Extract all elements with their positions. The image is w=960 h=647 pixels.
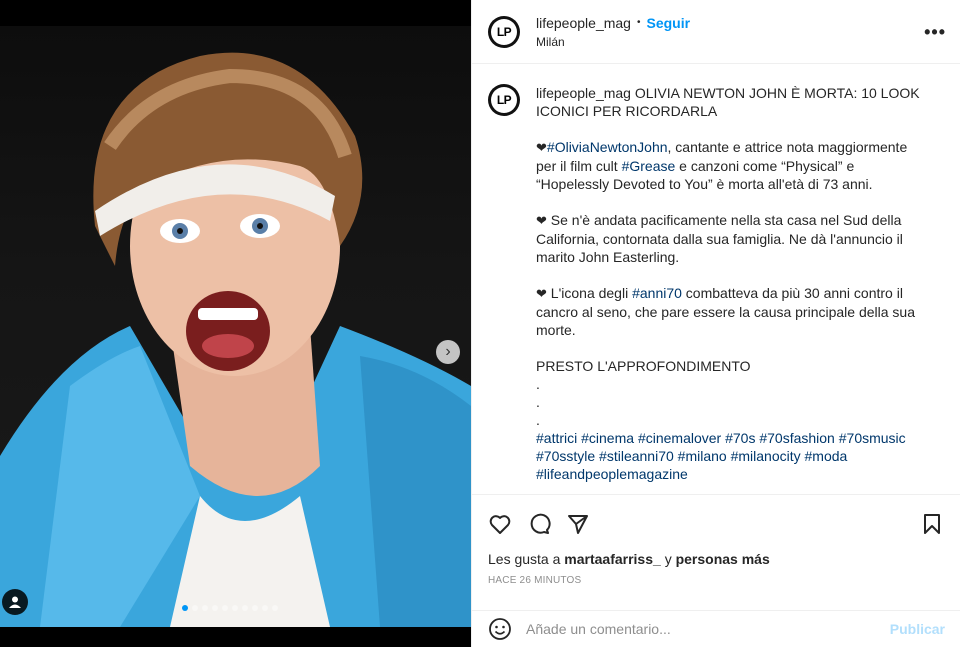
hashtag-link[interactable]: #70smusic (839, 430, 906, 446)
post-timestamp: HACE 26 MINUTOS (488, 575, 582, 586)
liker-username-link[interactable]: martaafarriss_ (564, 551, 661, 567)
post-details-panel: LP lifepeople_mag • Seguir Milán ••• LP … (471, 0, 960, 647)
likes-summary: Les gusta a martaafarriss_ y personas má… (472, 539, 960, 567)
hashtag-link[interactable]: #moda (805, 448, 848, 464)
likes-connector: y (664, 551, 672, 567)
carousel-indicator (182, 605, 278, 611)
emoji-icon[interactable] (488, 617, 512, 641)
avatar-logo: LP (491, 87, 517, 113)
comment-input[interactable] (526, 621, 890, 637)
tagged-users-button[interactable] (2, 589, 28, 615)
location-link[interactable]: Milán (536, 35, 690, 49)
heart-emoji: ❤ (536, 286, 547, 301)
caption-paragraph-text: Se n'è andata pacificamente nella sta ca… (536, 212, 903, 265)
more-options-icon[interactable]: ••• (924, 22, 946, 43)
username-link[interactable]: lifepeople_mag (536, 15, 631, 31)
caption-dot: . (536, 376, 540, 392)
carousel-dot (252, 605, 258, 611)
separator-dot: • (636, 17, 641, 28)
carousel-dot (242, 605, 248, 611)
caption-paragraph-text: L'icona degli (550, 285, 633, 301)
hashtag-link[interactable]: #Grease (622, 158, 676, 174)
carousel-next-button[interactable]: › (436, 340, 460, 364)
photo-illustration (0, 52, 471, 627)
carousel-dot (212, 605, 218, 611)
like-heart-icon[interactable] (488, 512, 512, 536)
hashtag-link[interactable]: #70sstyle (536, 448, 595, 464)
hashtag-link[interactable]: #OliviaNewtonJohn (547, 139, 668, 155)
likes-others-link[interactable]: personas más (676, 551, 770, 567)
likes-prefix: Les gusta a (488, 551, 561, 567)
caption-dot: . (536, 412, 540, 428)
hashtag-link[interactable]: #70s (725, 430, 755, 446)
carousel-dot (272, 605, 278, 611)
hashtag-link[interactable]: #70sfashion (759, 430, 835, 446)
caption-text: lifepeople_mag OLIVIA NEWTON JOHN È MORT… (536, 84, 926, 494)
chevron-right-icon: › (445, 343, 451, 360)
hashtag-link[interactable]: #milanocity (731, 448, 801, 464)
hashtag-link[interactable]: #stileanni70 (599, 448, 674, 464)
carousel-dot (232, 605, 238, 611)
avatar-logo: LP (491, 18, 517, 45)
user-icon (9, 596, 21, 608)
caption-avatar[interactable]: LP (488, 84, 520, 116)
hashtag-link[interactable]: #cinema (581, 430, 634, 446)
carousel-dot (192, 605, 198, 611)
heart-emoji: ❤ (536, 140, 547, 155)
post-header: LP lifepeople_mag • Seguir Milán ••• (472, 0, 960, 64)
caption-closing: PRESTO L'APPROFONDIMENTO (536, 358, 751, 374)
save-bookmark-icon[interactable] (920, 512, 944, 536)
follow-button[interactable]: Seguir (646, 15, 690, 31)
carousel-dot (182, 605, 188, 611)
comment-icon[interactable] (527, 512, 551, 536)
hashtag-link[interactable]: #attrici (536, 430, 577, 446)
caption-section: LP lifepeople_mag OLIVIA NEWTON JOHN È M… (472, 64, 960, 495)
avatar[interactable]: LP (488, 15, 520, 48)
hashtag-link[interactable]: #cinemalover (638, 430, 721, 446)
carousel-dot (202, 605, 208, 611)
hashtag-link[interactable]: #milano (678, 448, 727, 464)
hashtag-link[interactable]: #anni70 (632, 285, 682, 301)
publish-button[interactable]: Publicar (890, 621, 945, 637)
action-bar (472, 495, 960, 539)
caption-username[interactable]: lifepeople_mag (536, 85, 631, 101)
share-send-icon[interactable] (566, 512, 590, 536)
post-photo[interactable]: › (0, 26, 471, 627)
post-media: › (0, 0, 471, 647)
hashtag-link[interactable]: #lifeandpeoplemagazine (536, 466, 688, 482)
heart-emoji: ❤ (536, 213, 547, 228)
carousel-dot (222, 605, 228, 611)
carousel-dot (262, 605, 268, 611)
comment-bar: Publicar (472, 610, 960, 647)
caption-dot: . (536, 394, 540, 410)
hashtag-list: #attrici #cinema #cinemalover #70s #70sf… (536, 429, 926, 483)
